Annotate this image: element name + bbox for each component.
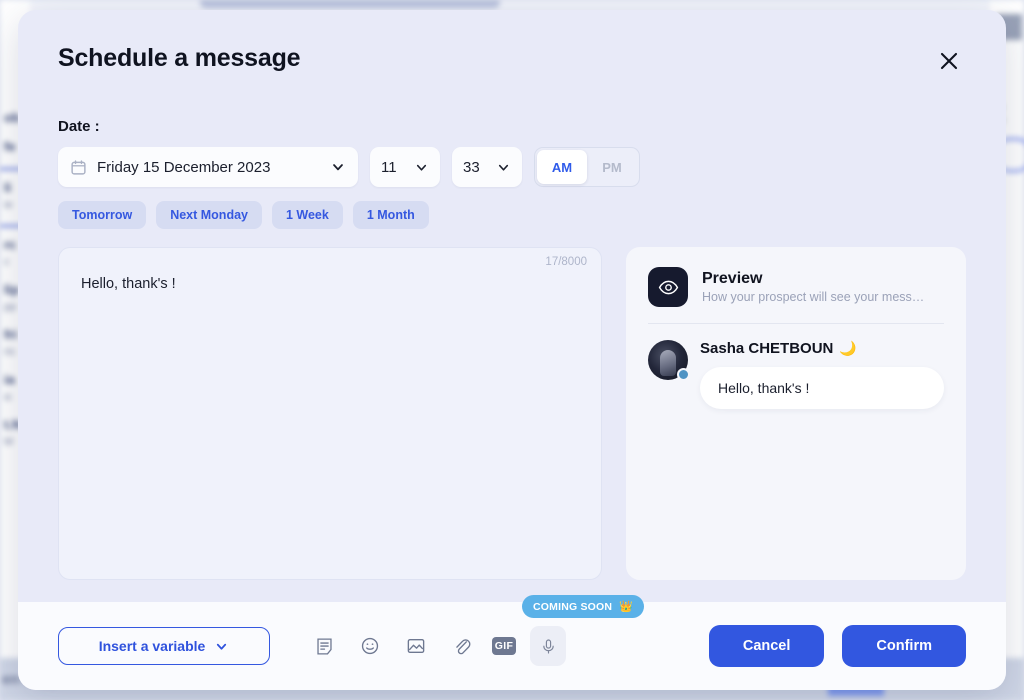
modal-header: Schedule a message <box>58 44 966 76</box>
minute-select[interactable]: 33 <box>452 147 522 187</box>
footer-actions: Cancel Confirm <box>709 625 966 667</box>
coming-soon-badge: COMING SOON 👑 <box>522 595 644 618</box>
modal-footer: Insert a variable <box>18 602 1006 690</box>
preview-message-column: Sasha CHETBOUN 🌙 Hello, thank's ! <box>700 340 944 409</box>
avatar <box>648 340 688 380</box>
quick-date-chips: Tomorrow Next Monday 1 Week 1 Month <box>58 201 966 229</box>
linkedin-badge-icon <box>677 368 690 381</box>
chevron-down-icon <box>330 159 346 175</box>
emoji-icon[interactable] <box>354 630 386 662</box>
preview-subtitle: How your prospect will see your mess… <box>702 290 924 304</box>
date-value: Friday 15 December 2023 <box>97 159 320 176</box>
preview-message-bubble: Hello, thank's ! <box>700 367 944 409</box>
background-top-strip <box>200 0 500 8</box>
modal-main-split: 17/8000 Hello, thank's ! Preview How you… <box>58 247 966 602</box>
microphone-icon[interactable] <box>530 626 566 666</box>
character-counter: 17/8000 <box>545 256 587 268</box>
composer-toolbar: GIF COMING SOON 👑 <box>308 626 566 666</box>
schedule-message-modal: Schedule a message Date : Friday 15 Dece… <box>18 10 1006 690</box>
date-controls-row: Friday 15 December 2023 11 33 <box>58 147 966 187</box>
image-icon[interactable] <box>400 630 432 662</box>
minute-value: 33 <box>463 159 480 176</box>
page-title: Schedule a message <box>58 44 300 73</box>
chip-1-month[interactable]: 1 Month <box>353 201 429 229</box>
chip-next-monday[interactable]: Next Monday <box>156 201 262 229</box>
meridiem-toggle: AM PM <box>534 147 640 187</box>
meridiem-pm-option[interactable]: PM <box>587 150 637 184</box>
preview-panel: Preview How your prospect will see your … <box>626 247 966 580</box>
date-label: Date : <box>58 118 966 135</box>
contact-name: Sasha CHETBOUN <box>700 340 833 357</box>
message-input[interactable]: Hello, thank's ! <box>81 274 579 296</box>
chevron-down-icon <box>496 160 511 175</box>
crown-icon: 👑 <box>619 600 633 613</box>
insert-variable-label: Insert a variable <box>99 638 206 654</box>
preview-separator <box>648 323 944 324</box>
moon-emoji-icon: 🌙 <box>839 340 856 357</box>
cancel-button[interactable]: Cancel <box>709 625 825 667</box>
chevron-down-icon <box>414 160 429 175</box>
contact-name-row: Sasha CHETBOUN 🌙 <box>700 340 944 357</box>
coming-soon-label: COMING SOON <box>533 601 612 613</box>
modal-body: Schedule a message Date : Friday 15 Dece… <box>18 10 1006 602</box>
calendar-icon <box>70 159 87 176</box>
confirm-button[interactable]: Confirm <box>842 625 966 667</box>
chip-1-week[interactable]: 1 Week <box>272 201 343 229</box>
preview-message-row: Sasha CHETBOUN 🌙 Hello, thank's ! <box>648 340 944 409</box>
gif-icon[interactable]: GIF <box>492 637 516 655</box>
message-composer[interactable]: 17/8000 Hello, thank's ! <box>58 247 602 580</box>
close-icon[interactable] <box>934 46 964 76</box>
chip-tomorrow[interactable]: Tomorrow <box>58 201 146 229</box>
microphone-wrapper: COMING SOON 👑 <box>530 626 566 666</box>
eye-icon <box>648 267 688 307</box>
meridiem-am-option[interactable]: AM <box>537 150 587 184</box>
preview-header: Preview How your prospect will see your … <box>648 267 944 323</box>
note-icon[interactable] <box>308 630 340 662</box>
date-picker[interactable]: Friday 15 December 2023 <box>58 147 358 187</box>
hour-select[interactable]: 11 <box>370 147 440 187</box>
hour-value: 11 <box>381 159 397 176</box>
attachment-icon[interactable] <box>446 630 478 662</box>
insert-variable-button[interactable]: Insert a variable <box>58 627 270 665</box>
preview-title: Preview <box>702 270 924 288</box>
chevron-down-icon <box>214 639 229 654</box>
preview-header-text: Preview How your prospect will see your … <box>702 270 924 304</box>
